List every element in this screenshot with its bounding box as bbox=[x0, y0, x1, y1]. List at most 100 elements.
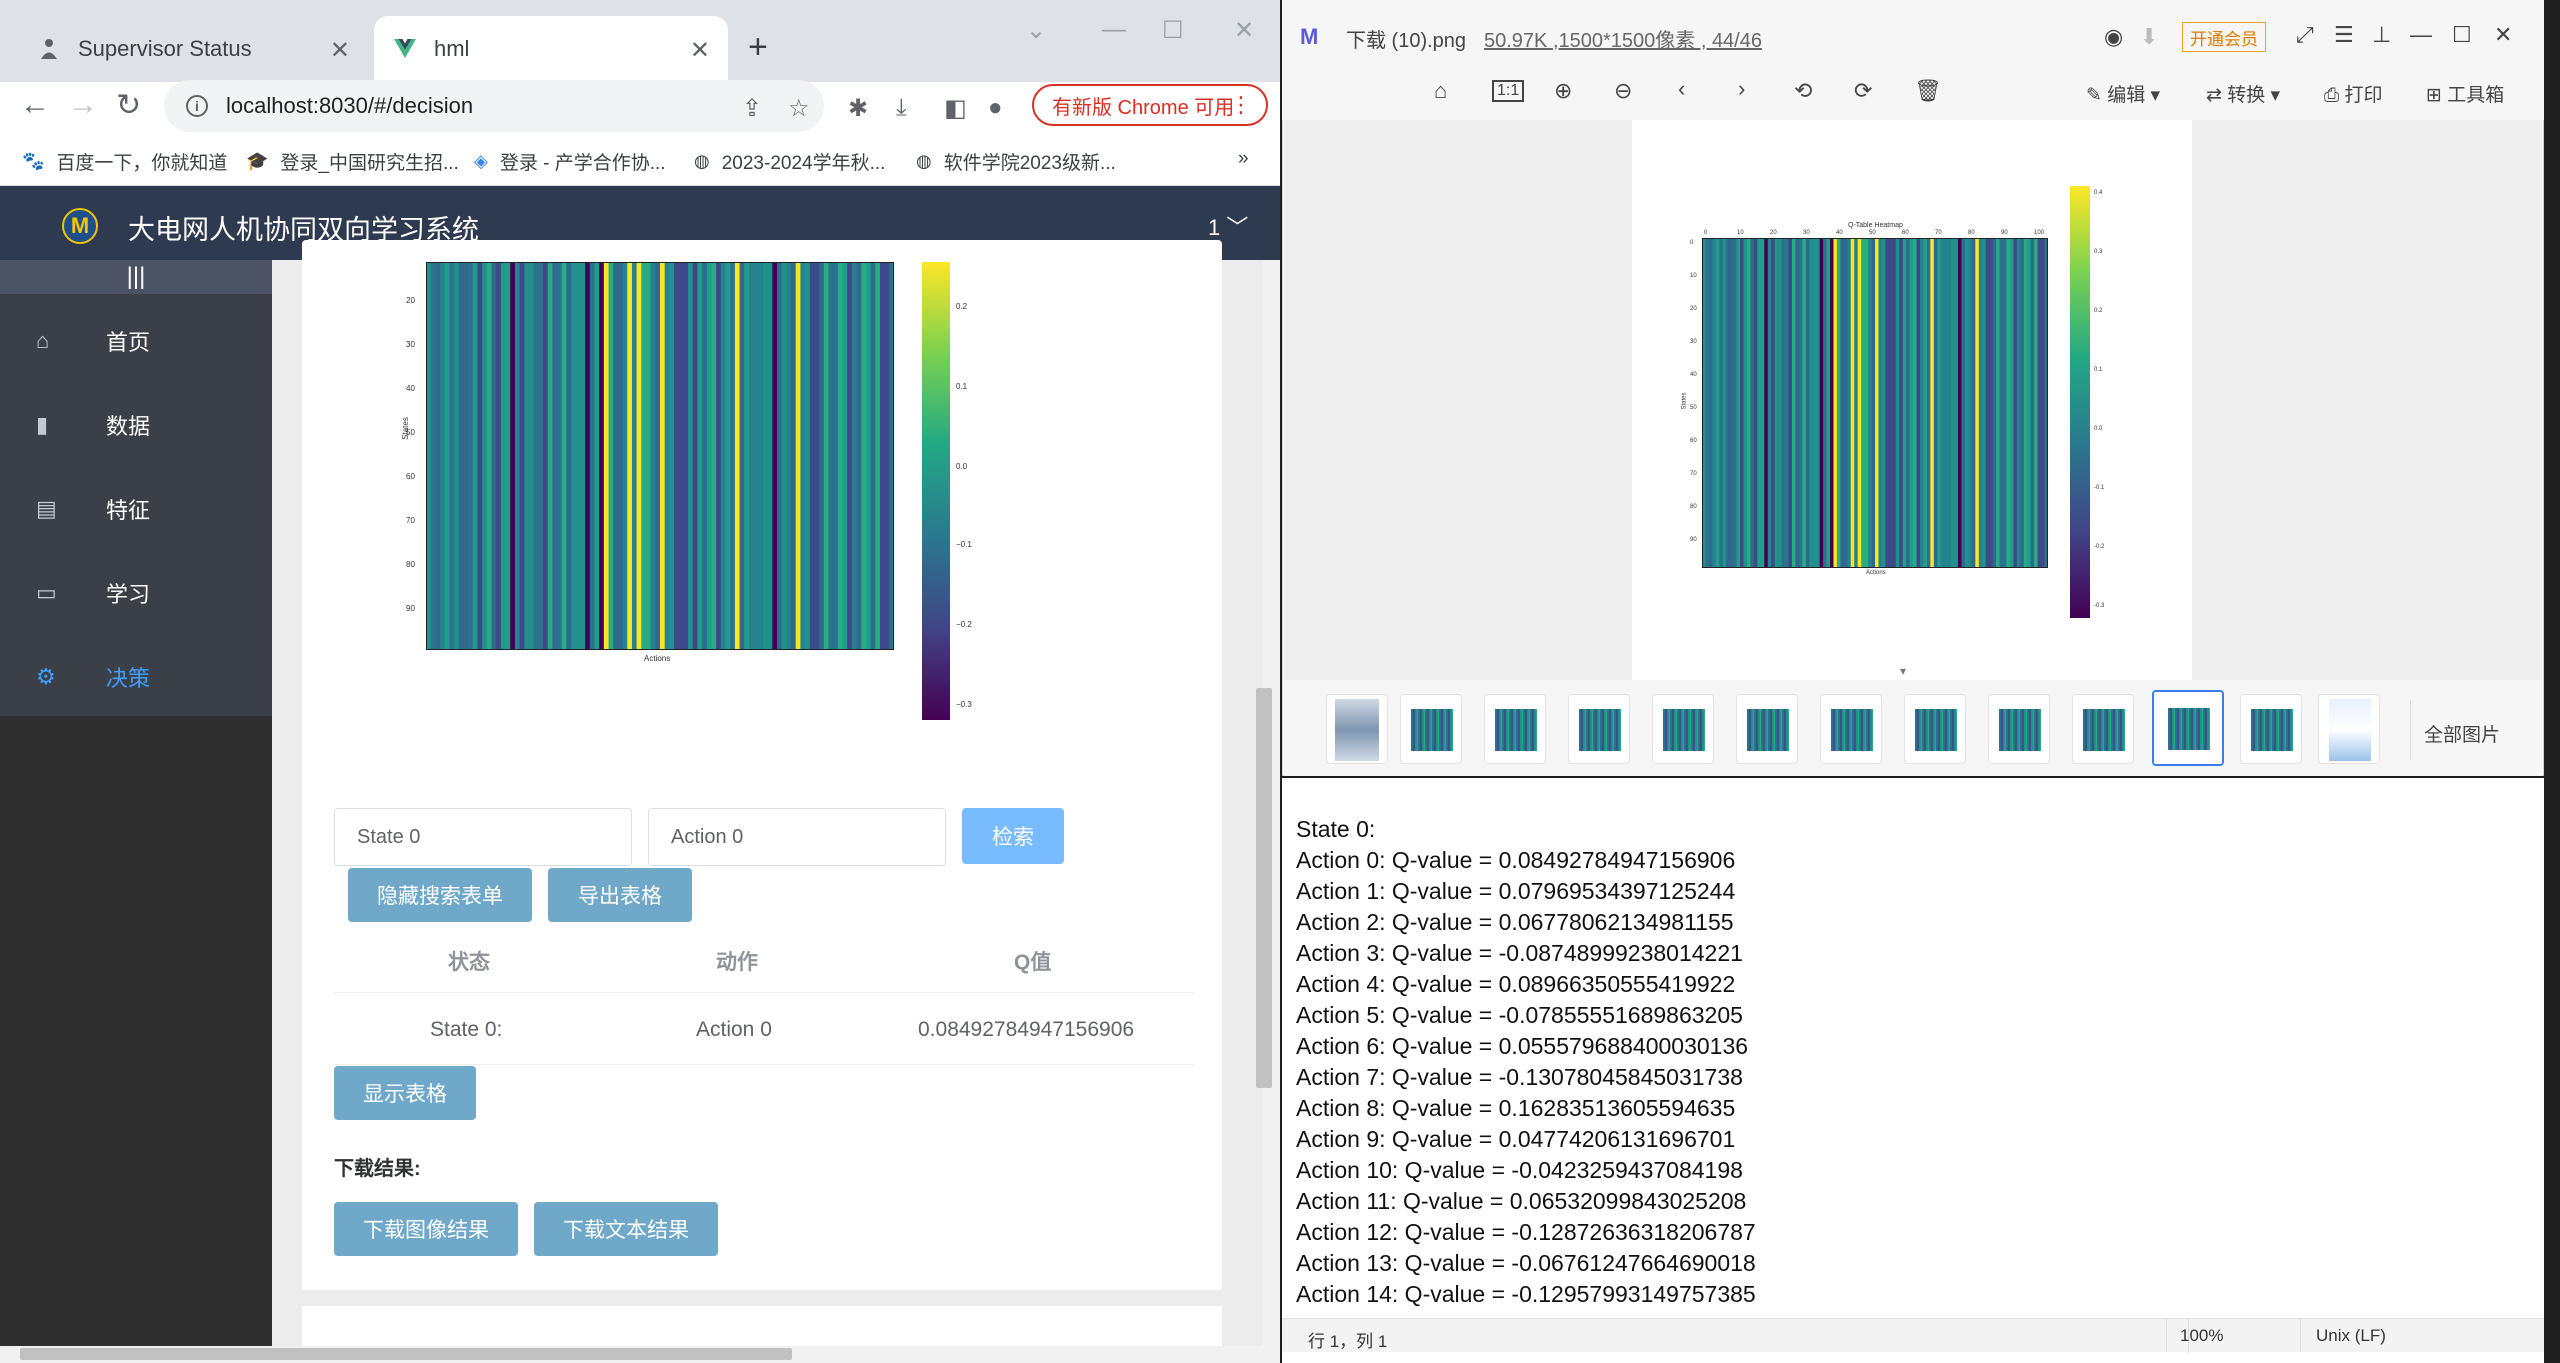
viewer-avatar-icon[interactable]: ◉ bbox=[2104, 24, 2123, 50]
export-table-button[interactable]: 导出表格 bbox=[548, 868, 692, 922]
reload-icon[interactable]: ↻ bbox=[116, 88, 141, 123]
sidebar-item-decision[interactable]: ⚙ 决策 bbox=[0, 642, 272, 712]
sidebar-toggle[interactable]: ||| bbox=[0, 260, 272, 294]
tab-hml[interactable]: hml ✕ bbox=[374, 16, 728, 82]
fullscreen-icon[interactable]: ⤢ bbox=[2296, 22, 2314, 48]
previous-image-icon[interactable]: ‹ bbox=[1678, 76, 1685, 102]
print-button[interactable]: ⎙ 打印 bbox=[2324, 80, 2383, 107]
show-table-button[interactable]: 显示表格 bbox=[334, 1066, 476, 1120]
viewer-maximize-button[interactable]: ☐ bbox=[2452, 22, 2472, 48]
edit-menu[interactable]: ✎ 编辑 ▾ bbox=[2086, 80, 2160, 107]
close-window-button[interactable]: ✕ bbox=[1234, 16, 1254, 45]
hide-search-form-button[interactable]: 隐藏搜索表单 bbox=[348, 868, 532, 922]
notepad-text[interactable]: State 0: Action 0: Q-value = 0.0849278494… bbox=[1296, 814, 1756, 1310]
minimize-button[interactable]: — bbox=[1102, 16, 1126, 44]
heatmap-column bbox=[847, 262, 853, 650]
bookmark-yz[interactable]: 🎓 登录_中国研究生招... bbox=[246, 148, 459, 175]
pin-icon[interactable]: ⊥ bbox=[2372, 22, 2391, 48]
heatmap-column bbox=[1840, 238, 1845, 568]
bookmark-software[interactable]: ◍ 软件学院2023级新... bbox=[916, 148, 1116, 175]
table-header-state: 状态 bbox=[448, 951, 490, 974]
bookmarks-overflow-button[interactable]: » bbox=[1238, 148, 1249, 170]
qtable-heatmap bbox=[426, 262, 894, 650]
rotate-left-icon[interactable]: ⟲ bbox=[1794, 78, 1812, 104]
actual-size-icon[interactable]: 1:1 bbox=[1492, 80, 1525, 102]
heatmap-column bbox=[1798, 238, 1803, 568]
url-text: localhost:8030/#/decision bbox=[226, 93, 474, 118]
menu-icon[interactable]: ☰ bbox=[2334, 22, 2354, 48]
bookmark-label: 登录_中国研究生招... bbox=[280, 153, 459, 174]
tab-supervisor-status[interactable]: Supervisor Status ✕ bbox=[18, 16, 368, 82]
action-search-input[interactable]: Action 0 bbox=[648, 808, 946, 866]
sidebar-item-data[interactable]: ▮ 数据 bbox=[0, 390, 272, 460]
thumbnail[interactable] bbox=[2318, 694, 2380, 764]
thumbnail[interactable] bbox=[1484, 694, 1546, 764]
rotate-right-icon[interactable]: ⟳ bbox=[1854, 78, 1872, 104]
close-tab-icon[interactable]: ✕ bbox=[690, 36, 710, 65]
thumbnail[interactable] bbox=[1820, 694, 1882, 764]
download-image-button[interactable]: 下载图像结果 bbox=[334, 1202, 518, 1256]
bookmark-star-icon[interactable]: ☆ bbox=[788, 94, 810, 123]
zoom-out-icon[interactable]: ⊖ bbox=[1614, 78, 1632, 104]
state-search-input[interactable]: State 0 bbox=[334, 808, 632, 866]
profile-avatar-icon[interactable]: ● bbox=[988, 94, 1003, 122]
sidebar-item-learning[interactable]: ▭ 学习 bbox=[0, 558, 272, 628]
heatmap-column bbox=[1971, 238, 1976, 568]
close-tab-icon[interactable]: ✕ bbox=[330, 36, 350, 65]
mouse-icon[interactable]: ⌂ bbox=[1434, 78, 1447, 104]
more-menu-icon[interactable]: ⋮ bbox=[1230, 92, 1252, 118]
toolbox-button[interactable]: ⊞ 工具箱 bbox=[2426, 80, 2504, 107]
viewer-minimize-button[interactable]: — bbox=[2410, 22, 2432, 48]
thumbnail[interactable] bbox=[2072, 694, 2134, 764]
thumbnail[interactable] bbox=[1736, 694, 1798, 764]
sidebar-item-home[interactable]: ⌂ 首页 bbox=[0, 306, 272, 376]
heatmap-column bbox=[730, 262, 736, 650]
search-button[interactable]: 检索 bbox=[962, 808, 1064, 864]
thumbnail[interactable] bbox=[1568, 694, 1630, 764]
zoom-in-icon[interactable]: ⊕ bbox=[1554, 78, 1572, 104]
viewer-download-icon[interactable]: ⬇ bbox=[2140, 24, 2158, 50]
delete-icon[interactable]: 🗑 bbox=[1914, 78, 1942, 104]
heatmap-column bbox=[519, 262, 525, 650]
download-icon[interactable]: ⤓ bbox=[896, 94, 907, 122]
site-info-icon[interactable]: i bbox=[186, 95, 208, 117]
heatmap-column bbox=[1795, 238, 1800, 568]
sidebar-item-features[interactable]: ▤ 特征 bbox=[0, 474, 272, 544]
user-menu[interactable]: 1 ﹀ bbox=[1208, 210, 1248, 242]
next-image-icon[interactable]: › bbox=[1738, 76, 1745, 102]
share-icon[interactable]: ⇪ bbox=[742, 94, 762, 123]
convert-menu[interactable]: ⇄ 转换 ▾ bbox=[2206, 80, 2280, 107]
all-images-button[interactable]: 全部图片 bbox=[2424, 720, 2500, 747]
horizontal-scroll-thumb[interactable] bbox=[20, 1348, 792, 1360]
thumbnail[interactable] bbox=[1988, 694, 2050, 764]
forward-arrow-icon[interactable]: → bbox=[68, 88, 98, 122]
new-tab-button[interactable]: + bbox=[748, 30, 768, 64]
heatmap-column bbox=[861, 262, 867, 650]
thumbnail[interactable] bbox=[1400, 694, 1462, 764]
thumbnail[interactable] bbox=[2240, 694, 2302, 764]
chrome-update-button[interactable]: 有新版 Chrome 可用 ⋮ bbox=[1032, 84, 1268, 126]
heatmap-column bbox=[561, 262, 567, 650]
thumbnail[interactable] bbox=[1652, 694, 1714, 764]
tab-search-icon[interactable]: ⌄ bbox=[1026, 16, 1046, 45]
bookmark-semester[interactable]: ◍ 2023-2024学年秋... bbox=[694, 148, 885, 175]
thumbnail[interactable] bbox=[1904, 694, 1966, 764]
maximize-button[interactable]: ☐ bbox=[1162, 16, 1184, 45]
bookmark-baidu[interactable]: 🐾 百度一下，你就知道 bbox=[22, 148, 227, 175]
heatmap-column bbox=[589, 262, 595, 650]
collapse-thumbnails-icon[interactable]: ▾ bbox=[1900, 664, 1906, 678]
extensions-icon[interactable]: ✱ bbox=[848, 94, 868, 123]
address-bar[interactable]: i localhost:8030/#/decision bbox=[164, 80, 824, 132]
viewer-close-button[interactable]: ✕ bbox=[2494, 22, 2512, 48]
download-text-button[interactable]: 下载文本结果 bbox=[534, 1202, 718, 1256]
heatmap-column bbox=[617, 262, 623, 650]
bookmark-cxhz[interactable]: ◈ 登录 - 产学合作协... bbox=[474, 148, 666, 175]
member-button[interactable]: 开通会员 bbox=[2182, 22, 2266, 52]
back-arrow-icon[interactable]: ← bbox=[20, 88, 50, 122]
update-label: 有新版 Chrome 可用 bbox=[1052, 96, 1235, 119]
table-divider bbox=[334, 1064, 1194, 1065]
vertical-scroll-thumb[interactable] bbox=[1256, 688, 1272, 1088]
thumbnail[interactable] bbox=[1326, 694, 1388, 764]
side-panel-icon[interactable]: ◧ bbox=[944, 94, 967, 123]
thumbnail-selected[interactable] bbox=[2152, 690, 2224, 766]
